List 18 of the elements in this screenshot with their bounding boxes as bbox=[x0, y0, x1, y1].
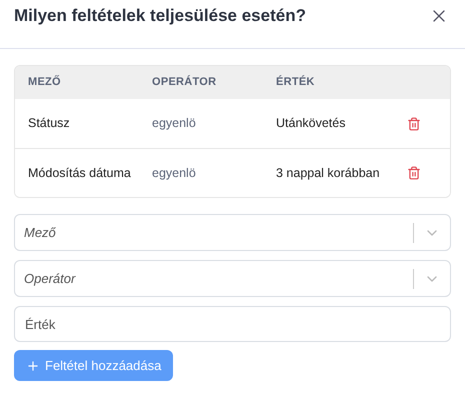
delete-icon[interactable] bbox=[407, 166, 421, 180]
select-field[interactable]: Operátor bbox=[14, 260, 451, 297]
column-header: OPERÁTOR bbox=[152, 74, 218, 90]
select-field[interactable]: Mező bbox=[14, 214, 451, 251]
table-cell-text: Módosítás dátuma bbox=[28, 164, 132, 182]
delete-icon[interactable] bbox=[407, 116, 421, 130]
select-placeholder: Mező bbox=[23, 224, 57, 242]
table-cell-text: egyenlö bbox=[152, 115, 197, 132]
table-cell-text: Utánkövetés bbox=[276, 115, 346, 132]
plus-icon bbox=[26, 358, 40, 372]
table-cell-text: 3 nappal korábban bbox=[276, 164, 381, 182]
table-cell-text: Státusz bbox=[28, 115, 71, 132]
table-cell-text: egyenlö bbox=[152, 164, 197, 182]
value-input[interactable]: Érték bbox=[14, 306, 451, 342]
dialog-title: Milyen feltételek teljesülése esetén? bbox=[14, 5, 306, 28]
column-header: ÉRTÉK bbox=[276, 74, 316, 90]
select-placeholder: Operátor bbox=[23, 270, 77, 288]
column-header: MEZŐ bbox=[28, 74, 62, 90]
